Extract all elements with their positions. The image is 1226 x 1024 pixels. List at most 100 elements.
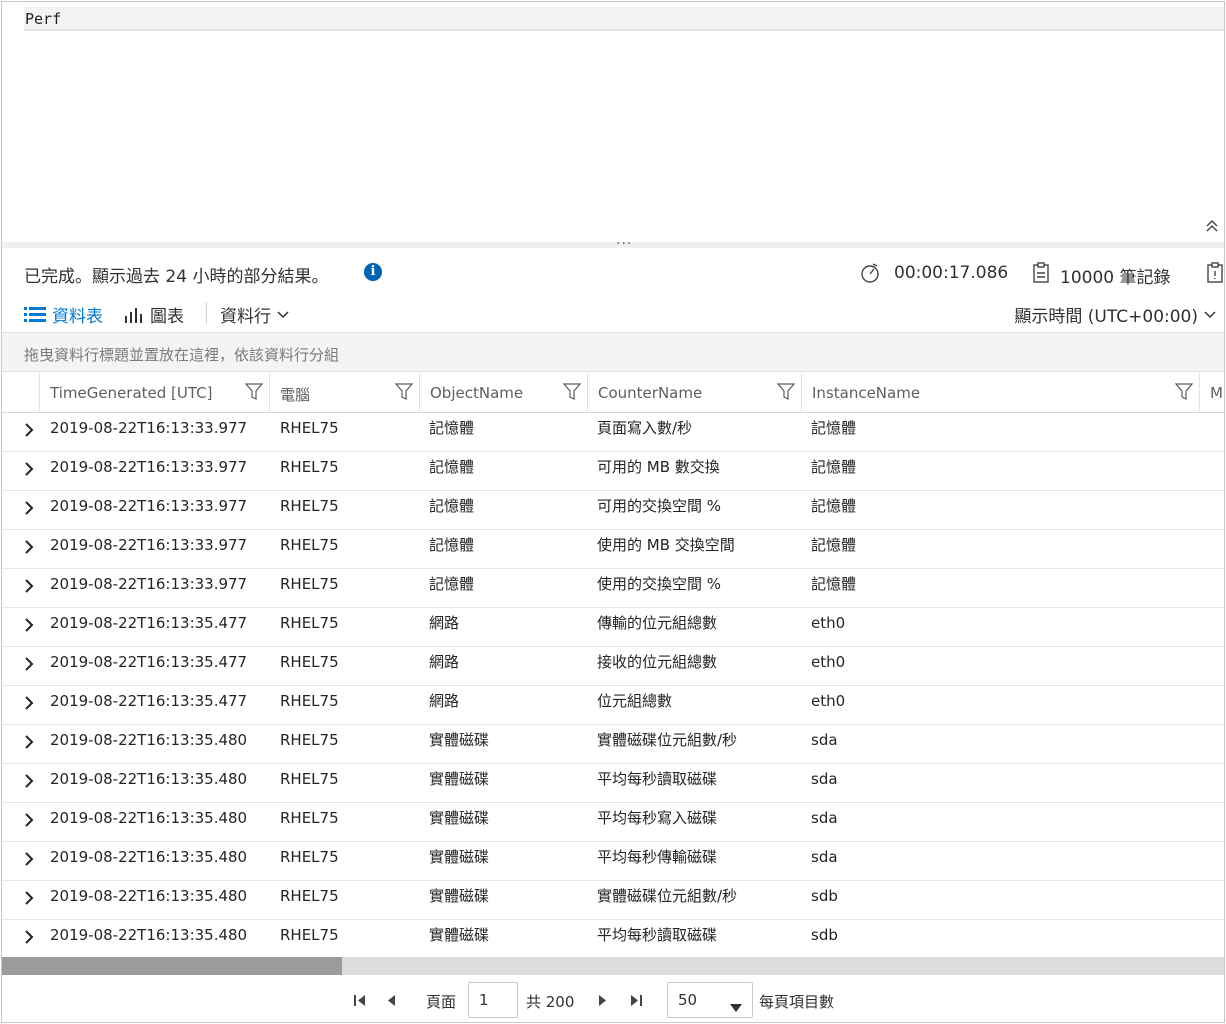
group-by-drop-zone[interactable]: 拖曳資料行標題並置放在這裡，依該資料行分組 <box>2 332 1224 372</box>
cell-instancename: sdb <box>811 887 838 905</box>
column-header-timegenerated[interactable]: TimeGenerated [UTC] <box>40 373 270 413</box>
time-zone-dropdown[interactable]: 顯示時間 (UTC+00:00) <box>1014 302 1216 327</box>
table-row[interactable]: 2019-08-22T16:13:33.977 RHEL75 記憶體 頁面寫入數/秒 記… <box>2 413 1224 452</box>
bar-chart-icon <box>125 307 142 323</box>
first-page-icon[interactable] <box>352 992 368 1011</box>
tab-chart-label: 圖表 <box>150 307 184 327</box>
cell-countername: 平均每秒寫入磁碟 <box>597 809 718 827</box>
log-analytics-panel: Perf ··· 已完成。顯示過去 24 小時的部分結果。 i 00:00:17… <box>1 1 1225 1023</box>
chevron-right-icon[interactable] <box>22 656 36 671</box>
columns-dropdown[interactable]: 資料行 <box>220 302 289 327</box>
page-size-value: 50 <box>678 991 698 1009</box>
cell-instancename: 記憶體 <box>811 536 857 554</box>
collapse-editor-icon[interactable] <box>1204 218 1220 240</box>
table-row[interactable]: 2019-08-22T16:13:35.480 RHEL75 實體磁碟 平均每秒傳輸磁… <box>2 842 1224 881</box>
table-row[interactable]: 2019-08-22T16:13:35.477 RHEL75 網路 傳輸的位元組總數 e… <box>2 608 1224 647</box>
column-header-objectname[interactable]: ObjectName <box>420 373 588 413</box>
chevron-right-icon[interactable] <box>22 500 36 515</box>
column-header-computer[interactable]: 電腦 <box>270 373 420 413</box>
cell-computer: RHEL75 <box>280 497 339 515</box>
next-page-icon[interactable] <box>596 992 610 1011</box>
cell-objectname: 記憶體 <box>429 458 475 476</box>
pagination: 頁面 共 200 50 每頁項目數 <box>2 978 1224 1022</box>
page-number-input[interactable] <box>468 982 518 1018</box>
cell-countername: 接收的位元組總數 <box>597 653 718 671</box>
chevron-down-icon <box>277 310 289 318</box>
cell-timegenerated: 2019-08-22T16:13:35.477 <box>50 614 248 632</box>
filter-icon[interactable] <box>394 383 414 405</box>
editor-current-line[interactable]: Perf <box>24 7 1224 31</box>
query-editor[interactable]: Perf <box>2 2 1224 242</box>
query-text[interactable]: Perf <box>25 10 61 28</box>
table-row[interactable]: 2019-08-22T16:13:33.977 RHEL75 記憶體 使用的 MB 交… <box>2 530 1224 569</box>
chevron-right-icon[interactable] <box>22 539 36 554</box>
chevron-right-icon[interactable] <box>22 422 36 437</box>
chevron-right-icon[interactable] <box>22 461 36 476</box>
cell-instancename: sdb <box>811 926 838 944</box>
chevron-right-icon[interactable] <box>22 851 36 866</box>
scrollbar-thumb[interactable] <box>2 957 342 975</box>
cell-computer: RHEL75 <box>280 536 339 554</box>
chevron-right-icon[interactable] <box>22 929 36 944</box>
cell-timegenerated: 2019-08-22T16:13:35.480 <box>50 848 248 866</box>
table-row[interactable]: 2019-08-22T16:13:35.480 RHEL75 實體磁碟 平均每秒讀取磁… <box>2 920 1224 953</box>
cell-instancename: sda <box>811 809 838 827</box>
table-row[interactable]: 2019-08-22T16:13:35.477 RHEL75 網路 位元組總數 eth0 <box>2 686 1224 725</box>
tab-table[interactable]: 資料表 <box>24 302 103 327</box>
table-row[interactable]: 2019-08-22T16:13:33.977 RHEL75 記憶體 可用的 MB 數… <box>2 452 1224 491</box>
cell-instancename: 記憶體 <box>811 497 857 515</box>
cell-instancename: 記憶體 <box>811 575 857 593</box>
cell-computer: RHEL75 <box>280 692 339 710</box>
table-row[interactable]: 2019-08-22T16:13:35.480 RHEL75 實體磁碟 平均每秒寫入磁… <box>2 803 1224 842</box>
cell-objectname: 網路 <box>429 614 460 632</box>
copy-icon[interactable] <box>1206 262 1224 288</box>
filter-icon[interactable] <box>1174 383 1194 405</box>
cell-computer: RHEL75 <box>280 614 339 632</box>
horizontal-scrollbar[interactable] <box>2 957 1224 975</box>
filter-icon[interactable] <box>244 383 264 405</box>
toolbar-divider <box>206 302 207 324</box>
column-header-partial[interactable]: M <box>1200 373 1224 413</box>
info-icon[interactable]: i <box>364 263 382 281</box>
previous-page-icon[interactable] <box>384 992 398 1011</box>
column-header-label: ObjectName <box>430 384 524 402</box>
filter-icon[interactable] <box>776 383 796 405</box>
column-header-label: InstanceName <box>812 384 921 402</box>
table-row[interactable]: 2019-08-22T16:13:33.977 RHEL75 記憶體 使用的交換空間 … <box>2 569 1224 608</box>
chevron-right-icon[interactable] <box>22 617 36 632</box>
chevron-right-icon[interactable] <box>22 812 36 827</box>
column-header-instancename[interactable]: InstanceName <box>802 373 1200 413</box>
table-row[interactable]: 2019-08-22T16:13:33.977 RHEL75 記憶體 可用的交換空間 … <box>2 491 1224 530</box>
page-label: 頁面 <box>426 993 457 1011</box>
cell-instancename: sda <box>811 770 838 788</box>
table-row[interactable]: 2019-08-22T16:13:35.477 RHEL75 網路 接收的位元組總數 e… <box>2 647 1224 686</box>
chevron-right-icon[interactable] <box>22 578 36 593</box>
table-row[interactable]: 2019-08-22T16:13:35.480 RHEL75 實體磁碟 平均每秒讀取磁… <box>2 764 1224 803</box>
page-size-select[interactable]: 50 <box>667 982 753 1018</box>
cell-objectname: 記憶體 <box>429 575 475 593</box>
filter-icon[interactable] <box>562 383 582 405</box>
elapsed-time: 00:00:17.086 <box>894 263 1009 283</box>
group-by-hint: 拖曳資料行標題並置放在這裡，依該資料行分組 <box>24 346 340 364</box>
chevron-right-icon[interactable] <box>22 695 36 710</box>
last-page-icon[interactable] <box>628 992 644 1011</box>
drag-handle-icon[interactable]: ··· <box>616 236 632 252</box>
tab-chart[interactable]: 圖表 <box>124 302 184 327</box>
total-pages: 共 200 <box>526 993 575 1011</box>
chevron-right-icon[interactable] <box>22 890 36 905</box>
cell-timegenerated: 2019-08-22T16:13:35.480 <box>50 809 248 827</box>
column-header-countername[interactable]: CounterName <box>588 373 802 413</box>
cell-instancename: sda <box>811 848 838 866</box>
table-row[interactable]: 2019-08-22T16:13:35.480 RHEL75 實體磁碟 實體磁碟位元組… <box>2 725 1224 764</box>
column-header-label: CounterName <box>598 384 703 402</box>
cell-computer: RHEL75 <box>280 926 339 944</box>
cell-timegenerated: 2019-08-22T16:13:33.977 <box>50 497 248 515</box>
cell-countername: 可用的交換空間 % <box>597 497 722 515</box>
table-row[interactable]: 2019-08-22T16:13:35.480 RHEL75 實體磁碟 實體磁碟位元組… <box>2 881 1224 920</box>
cell-countername: 頁面寫入數/秒 <box>597 419 693 437</box>
editor-results-splitter[interactable]: ··· <box>2 236 1224 252</box>
chevron-right-icon[interactable] <box>22 734 36 749</box>
chevron-right-icon[interactable] <box>22 773 36 788</box>
cell-timegenerated: 2019-08-22T16:13:33.977 <box>50 536 248 554</box>
cell-computer: RHEL75 <box>280 653 339 671</box>
